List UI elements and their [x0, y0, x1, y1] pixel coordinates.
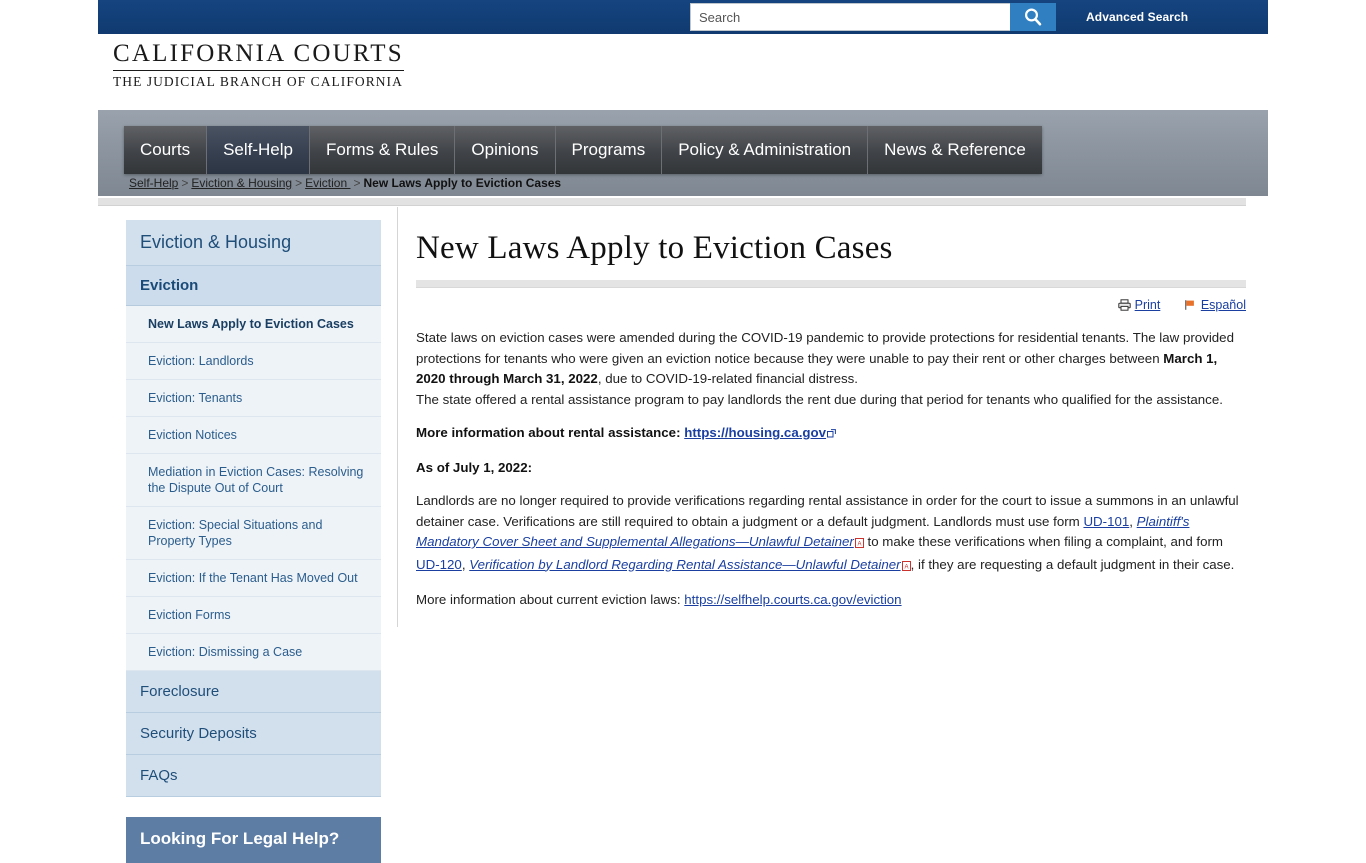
breadcrumb-item-eviction[interactable]: Eviction: [305, 176, 350, 190]
legal-help-promo[interactable]: Looking For Legal Help?: [126, 817, 381, 863]
article-body: State laws on eviction cases were amende…: [416, 328, 1248, 611]
housing-ca-gov-link[interactable]: https://housing.ca.gov: [684, 425, 826, 440]
paragraph-verification-requirements: Landlords are no longer required to prov…: [416, 491, 1248, 577]
search-button[interactable]: [1010, 3, 1056, 31]
paragraph-3-part-c: , if they are requesting a default judgm…: [910, 556, 1235, 572]
logo-secondary-text: THE JUDICIAL BRANCH OF CALIFORNIA: [113, 74, 403, 89]
page-utilities: Print Español: [416, 298, 1246, 314]
espanol-link[interactable]: Español: [1201, 298, 1246, 312]
svg-text:A: A: [904, 564, 908, 570]
nav-item-opinions[interactable]: Opinions: [455, 126, 556, 174]
sidebar-item-foreclosure[interactable]: Foreclosure: [126, 671, 381, 713]
search-input[interactable]: [690, 3, 1010, 31]
page-title: New Laws Apply to Eviction Cases: [416, 230, 893, 266]
main-content: New Laws Apply to Eviction Cases Print E…: [397, 207, 1257, 627]
comma-after-ud101: ,: [1129, 513, 1137, 529]
as-of-heading-text: As of July 1, 2022:: [416, 459, 533, 475]
nav-item-courts[interactable]: Courts: [124, 126, 208, 174]
top-search-bar: Advanced Search: [98, 0, 1268, 34]
sidebar-item-mediation-in-eviction-cases[interactable]: Mediation in Eviction Cases: Resolving t…: [126, 454, 381, 507]
site-logo[interactable]: CALIFORNIA COURTS THE JUDICIAL BRANCH OF…: [113, 40, 404, 92]
nav-item-news-reference[interactable]: News & Reference: [868, 126, 1042, 174]
sidebar-item-eviction-forms[interactable]: Eviction Forms: [126, 597, 381, 634]
breadcrumb-separator: >: [353, 176, 361, 190]
nav-item-forms-rules[interactable]: Forms & Rules: [310, 126, 456, 174]
breadcrumb: Self-Help > Eviction & Housing > Eviction > N…: [129, 176, 561, 190]
pdf-icon: A: [854, 534, 864, 555]
sidebar-item-eviction-landlords[interactable]: Eviction: Landlords: [126, 343, 381, 380]
sidebar-item-security-deposits[interactable]: Security Deposits: [126, 713, 381, 755]
paragraph-rental-assistance-program: The state offered a rental assistance pr…: [416, 391, 1223, 407]
main-nav: Courts Self-Help Forms & Rules Opinions …: [124, 126, 1042, 174]
paragraph-1-part-b: , due to COVID-19-related financial dist…: [597, 371, 858, 386]
breadcrumb-item-self-help[interactable]: Self-Help: [129, 176, 178, 190]
right-gutter: [1268, 0, 1366, 768]
logo-primary-text: CALIFORNIA COURTS: [113, 40, 404, 71]
flag-icon: [1184, 299, 1197, 314]
sidebar-item-eviction-notices[interactable]: Eviction Notices: [126, 417, 381, 454]
ud-120-link[interactable]: UD-120: [416, 557, 462, 572]
search-form: [690, 3, 1056, 31]
rental-assistance-line: More information about rental assistance…: [416, 423, 1248, 445]
nav-item-programs[interactable]: Programs: [555, 126, 663, 174]
search-icon: [1024, 8, 1042, 26]
sidebar-item-eviction-special-situations[interactable]: Eviction: Special Situations and Propert…: [126, 507, 381, 560]
sidebar: Eviction & Housing Eviction New Laws App…: [126, 220, 381, 863]
sidebar-item-eviction-dismissing-a-case[interactable]: Eviction: Dismissing a Case: [126, 634, 381, 671]
nav-bottom-rule: [98, 198, 1246, 206]
sidebar-section-eviction[interactable]: Eviction: [126, 266, 381, 306]
sidebar-item-faqs[interactable]: FAQs: [126, 755, 381, 797]
breadcrumb-item-eviction-housing[interactable]: Eviction & Housing: [191, 176, 292, 190]
left-gutter: [0, 0, 98, 768]
external-link-icon: [827, 424, 836, 445]
print-utility[interactable]: Print: [1117, 298, 1161, 314]
print-link[interactable]: Print: [1135, 298, 1161, 312]
as-of-heading: As of July 1, 2022:: [416, 458, 1248, 479]
sidebar-heading-eviction-housing[interactable]: Eviction & Housing: [126, 220, 381, 266]
pdf-icon: A: [901, 557, 911, 578]
rental-assistance-label: More information about rental assistance…: [416, 425, 685, 440]
paragraph-3-part-b: to make these verifications when filing …: [863, 534, 1224, 549]
nav-item-self-help[interactable]: Self-Help: [207, 126, 310, 174]
legal-help-promo-title: Looking For Legal Help?: [140, 829, 340, 848]
ud-120-title-link[interactable]: Verification by Landlord Regarding Renta…: [469, 557, 900, 572]
eviction-laws-line: More information about current eviction …: [416, 590, 1248, 611]
advanced-search-link[interactable]: Advanced Search: [1086, 10, 1188, 24]
breadcrumb-separator: >: [295, 176, 303, 190]
ud-101-link[interactable]: UD-101: [1083, 514, 1129, 529]
svg-text:A: A: [857, 541, 861, 547]
logo-band: CALIFORNIA COURTS THE JUDICIAL BRANCH OF…: [98, 34, 1268, 110]
title-divider: [416, 280, 1246, 288]
sidebar-item-eviction-if-tenant-moved-out[interactable]: Eviction: If the Tenant Has Moved Out: [126, 560, 381, 597]
breadcrumb-item-current: New Laws Apply to Eviction Cases: [363, 176, 562, 190]
espanol-utility[interactable]: Español: [1184, 298, 1246, 314]
eviction-laws-label: More information about current eviction …: [416, 592, 685, 607]
selfhelp-eviction-link[interactable]: https://selfhelp.courts.ca.gov/eviction: [684, 592, 901, 607]
printer-icon: [1117, 299, 1131, 314]
paragraph-1-part-a: State laws on eviction cases were amende…: [416, 330, 1234, 366]
nav-item-policy-administration[interactable]: Policy & Administration: [662, 126, 869, 174]
breadcrumb-separator: >: [181, 176, 189, 190]
paragraph-covid-protections: State laws on eviction cases were amende…: [416, 328, 1248, 390]
sidebar-item-eviction-tenants[interactable]: Eviction: Tenants: [126, 380, 381, 417]
sidebar-item-new-laws-apply-to-eviction-cases[interactable]: New Laws Apply to Eviction Cases: [126, 306, 381, 343]
